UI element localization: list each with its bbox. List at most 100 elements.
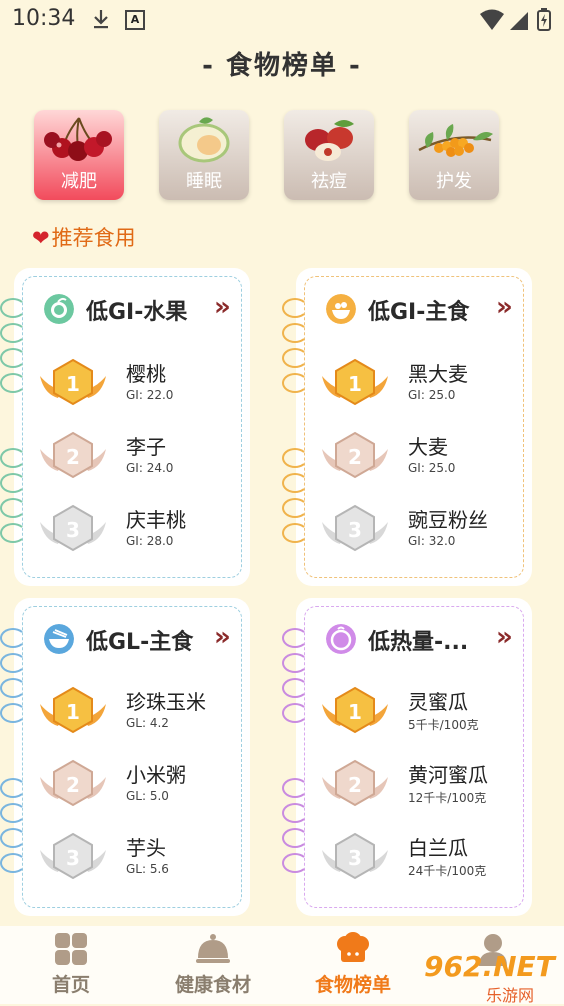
food-value: GI: 25.0 — [408, 388, 456, 402]
status-bar: 10:34 A — [0, 0, 564, 40]
list-item[interactable]: 2 李子 GI: 24.0 — [36, 431, 246, 491]
list-item[interactable]: 2 大麦 GI: 25.0 — [318, 431, 528, 491]
card-title: 低热量-... — [368, 630, 469, 655]
svg-text:3: 3 — [66, 518, 80, 542]
section-title-text: 推荐食用 — [51, 226, 136, 250]
food-name: 黑大麦 — [408, 362, 468, 386]
ranking-card-low-gi-fruit[interactable]: 低GI-水果 » 1 樱桃 GI: 22.0 2 李子 GI: 24.0 3 庆… — [0, 268, 250, 586]
more-arrow-icon[interactable]: » — [496, 292, 513, 322]
sea-buckthorn-icon — [418, 124, 493, 157]
ranking-card-low-gl-staple[interactable]: 低GL-主食 » 1 珍珠玉米 GL: 4.2 2 小米粥 GL: 5.0 3 … — [0, 598, 250, 916]
svg-text:3: 3 — [66, 846, 80, 870]
card-title: 低GL-主食 — [86, 630, 194, 655]
more-arrow-icon[interactable]: » — [214, 292, 231, 322]
text-input-icon: A — [125, 10, 145, 30]
card-header: 低GL-主食 » — [44, 622, 244, 658]
food-name: 樱桃 — [126, 362, 166, 386]
tab-food-ranking[interactable]: 食物榜单 — [288, 926, 418, 1004]
food-name: 庆丰桃 — [126, 508, 186, 532]
svg-text:1: 1 — [66, 700, 80, 724]
food-name: 豌豆粉丝 — [408, 508, 488, 532]
ranking-card-low-gi-staple[interactable]: 低GI-主食 » 1 黑大麦 GI: 25.0 2 大麦 GI: 25.0 3 … — [282, 268, 532, 586]
list-item[interactable]: 3 白兰瓜 24千卡/100克 — [318, 832, 528, 892]
list-item[interactable]: 2 黄河蜜瓜 12千卡/100克 — [318, 759, 528, 819]
more-arrow-icon[interactable]: » — [214, 622, 231, 652]
food-name: 珍珠玉米 — [126, 690, 206, 714]
card-title: 低GI-主食 — [368, 300, 470, 325]
food-name: 李子 — [126, 435, 166, 459]
card-header: 低GI-主食 » — [326, 292, 526, 328]
category-acne[interactable]: 祛痘 — [284, 110, 374, 200]
section-title: ❤推荐食用 — [32, 222, 136, 252]
svg-text:2: 2 — [66, 773, 80, 797]
svg-text:2: 2 — [66, 445, 80, 469]
list-item[interactable]: 3 豌豆粉丝 GI: 32.0 — [318, 504, 528, 564]
list-item[interactable]: 1 黑大麦 GI: 25.0 — [318, 358, 528, 418]
plate-icon — [326, 624, 356, 654]
category-weight-loss[interactable]: 减肥 — [34, 110, 124, 200]
category-sleep[interactable]: 睡眠 — [159, 110, 249, 200]
food-name: 芋头 — [126, 836, 166, 860]
card-header: 低热量-... » — [326, 622, 526, 658]
bronze-medal-icon: 3 — [40, 504, 106, 552]
gold-medal-icon: 1 — [40, 358, 106, 406]
card-title: 低GI-水果 — [86, 300, 188, 325]
svg-text:1: 1 — [66, 372, 80, 396]
spiral-binding — [0, 298, 28, 398]
bronze-medal-icon: 3 — [322, 504, 388, 552]
cherry-icon — [44, 117, 112, 161]
list-item[interactable]: 1 珍珠玉米 GL: 4.2 — [36, 686, 246, 746]
list-item[interactable]: 1 灵蜜瓜 5千卡/100克 — [318, 686, 528, 746]
tab-healthy-ingredients[interactable]: 健康食材 — [148, 926, 278, 1004]
spiral-binding — [282, 448, 310, 548]
food-name: 白兰瓜 — [408, 836, 468, 860]
more-arrow-icon[interactable]: » — [496, 622, 513, 652]
spiral-binding — [0, 448, 28, 548]
category-label: 减肥 — [61, 171, 97, 192]
list-item[interactable]: 1 樱桃 GI: 22.0 — [36, 358, 246, 418]
svg-text:2: 2 — [348, 773, 362, 797]
spiral-binding — [282, 628, 310, 728]
spiral-binding — [282, 298, 310, 398]
heart-icon: ❤ — [32, 226, 50, 250]
signal-icon — [510, 12, 528, 30]
food-value: GL: 5.0 — [126, 789, 169, 803]
food-value: 5千卡/100克 — [408, 718, 479, 732]
svg-text:2: 2 — [348, 445, 362, 469]
spiral-binding — [0, 778, 28, 878]
list-item[interactable]: 3 庆丰桃 GI: 28.0 — [36, 504, 246, 564]
food-value: GI: 28.0 — [126, 534, 174, 548]
food-value: GI: 32.0 — [408, 534, 456, 548]
jujube-icon — [305, 120, 354, 161]
tab-label: 首页 — [51, 974, 90, 996]
cloche-icon — [196, 934, 230, 963]
list-item[interactable]: 3 芋头 GL: 5.6 — [36, 832, 246, 892]
food-value: 24千卡/100克 — [408, 864, 487, 878]
list-item[interactable]: 2 小米粥 GL: 5.0 — [36, 759, 246, 819]
battery-icon — [537, 8, 551, 31]
food-value: GL: 4.2 — [126, 716, 169, 730]
food-value: GI: 22.0 — [126, 388, 174, 402]
spiral-binding — [0, 628, 28, 728]
ranking-card-low-calorie[interactable]: 低热量-... » 1 灵蜜瓜 5千卡/100克 2 黄河蜜瓜 12千卡/100… — [282, 598, 532, 916]
food-value: GI: 25.0 — [408, 461, 456, 475]
silver-medal-icon: 2 — [40, 759, 106, 807]
category-hair-care[interactable]: 护发 — [409, 110, 499, 200]
status-icons — [480, 8, 551, 31]
page-title: - 食物榜单 - — [202, 51, 362, 81]
grid-home-icon — [55, 933, 87, 965]
watermark-logo: 962.NET 乐游网 — [424, 950, 564, 1005]
gold-medal-icon: 1 — [322, 686, 388, 734]
staple-food-icon — [326, 294, 356, 324]
tab-home[interactable]: 首页 — [6, 926, 136, 1004]
watermark-subtext: 乐游网 — [486, 986, 535, 1005]
rice-bowl-icon — [44, 624, 74, 654]
food-value: GI: 24.0 — [126, 461, 174, 475]
svg-text:3: 3 — [348, 518, 362, 542]
food-name: 大麦 — [408, 435, 448, 459]
card-header: 低GI-水果 » — [44, 292, 244, 328]
svg-text:3: 3 — [348, 846, 362, 870]
food-value: 12千卡/100克 — [408, 791, 487, 805]
silver-medal-icon: 2 — [322, 431, 388, 479]
chef-hat-icon — [337, 932, 369, 962]
